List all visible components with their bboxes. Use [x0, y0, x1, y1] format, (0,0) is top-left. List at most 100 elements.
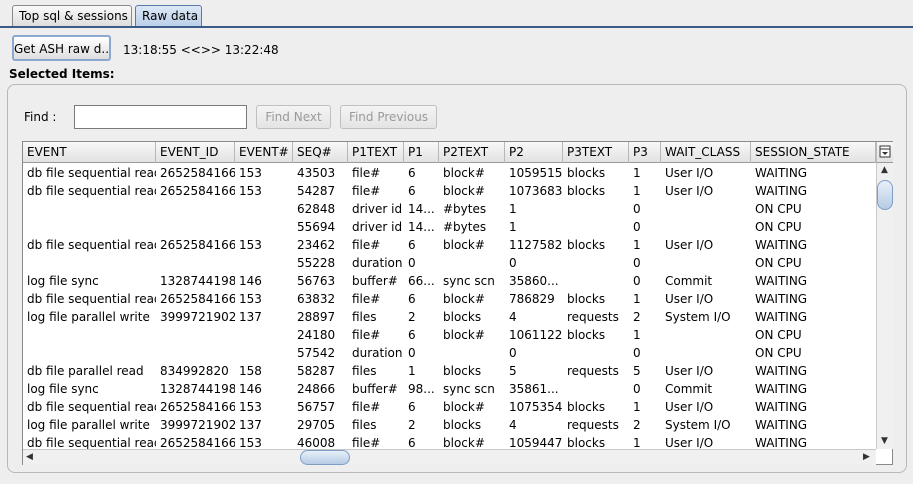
- cell-col-p2text: sync scn: [443, 382, 495, 396]
- cell-col-event: log file sync: [27, 274, 99, 288]
- horizontal-scrollbar[interactable]: ◀ ▶: [23, 449, 876, 465]
- header-col-p2text[interactable]: P2TEXT: [439, 142, 505, 163]
- cell-col-p2: 5: [509, 364, 517, 378]
- header-col-p1text[interactable]: P1TEXT: [348, 142, 404, 163]
- cell-col-session-state: ON CPU: [755, 202, 802, 216]
- table-row[interactable]: db file sequential read 2652584166 153 5675…: [23, 398, 876, 416]
- cell-col-p1: 2: [408, 310, 416, 324]
- cell-col-p1: 6: [408, 436, 416, 449]
- cell-col-p3: 0: [633, 256, 641, 270]
- cell-col-event-num: 146: [239, 382, 262, 396]
- header-col-seq-num[interactable]: SEQ#: [293, 142, 348, 163]
- cell-col-seq-num: 57542: [297, 346, 336, 360]
- cell-col-session-state: WAITING: [755, 238, 808, 252]
- cell-col-p2text: blocks: [443, 418, 482, 432]
- scroll-right-arrow-icon[interactable]: ▶: [863, 452, 870, 462]
- get-ash-raw-data-button[interactable]: Get ASH raw d...: [12, 35, 111, 61]
- scroll-left-arrow-icon[interactable]: ◀: [26, 452, 33, 462]
- horizontal-scroll-thumb[interactable]: [300, 450, 350, 465]
- cell-col-p3text: [563, 200, 629, 218]
- cell-col-event-id: 2652584166: [160, 436, 235, 449]
- vertical-scroll-thumb[interactable]: [877, 180, 893, 210]
- cell-col-p1: 14...: [408, 202, 435, 216]
- table-row[interactable]: db file sequential read 2652584166 153 5428…: [23, 182, 876, 200]
- cell-col-event-id: 1328744198: [160, 274, 235, 288]
- cell-col-seq-num: 58287: [297, 364, 336, 378]
- cell-col-seq-num: 29705: [297, 418, 336, 432]
- tab-top-sql-sessions[interactable]: Top sql & sessions: [12, 5, 132, 27]
- column-chooser-button[interactable]: [876, 142, 893, 163]
- cell-col-p2: 1059515: [509, 166, 563, 180]
- header-col-p3[interactable]: P3: [629, 142, 661, 163]
- cell-col-wait-class: User I/O: [665, 238, 714, 252]
- cell-col-event-id: [156, 218, 235, 236]
- table-row[interactable]: db file sequential read 2652584166 153 2346…: [23, 236, 876, 254]
- cell-col-p3: 1: [633, 328, 641, 342]
- table-row[interactable]: db file sequential read 2652584166 153 4600…: [23, 434, 876, 449]
- cell-col-event-id: 2652584166: [160, 238, 235, 252]
- cell-col-p2text: block#: [443, 184, 485, 198]
- cell-col-seq-num: 56763: [297, 274, 336, 288]
- header-col-p2[interactable]: P2: [505, 142, 563, 163]
- cell-col-event-id: [156, 326, 235, 344]
- cell-col-session-state: WAITING: [755, 436, 808, 449]
- table-row[interactable]: log file sync 1328744198 146 56763 buffer# 66…: [23, 272, 876, 290]
- table-row[interactable]: log file parallel write 3999721902 137 2970…: [23, 416, 876, 434]
- tab-raw-data[interactable]: Raw data: [135, 5, 202, 27]
- header-col-event-id[interactable]: EVENT_ID: [156, 142, 235, 163]
- cell-col-event-id: 2652584166: [160, 166, 235, 180]
- cell-col-session-state: ON CPU: [755, 328, 802, 342]
- cell-col-seq-num: 54287: [297, 184, 336, 198]
- cell-col-p1text: file#: [352, 400, 381, 414]
- cell-col-p3text: requests: [567, 310, 619, 324]
- table-row[interactable]: 55694 driver id 14... #bytes 1 0 ON CPU: [23, 218, 876, 236]
- cell-col-p1: 6: [408, 238, 416, 252]
- header-col-wait-class[interactable]: WAIT_CLASS: [661, 142, 751, 163]
- cell-col-p2: 786829: [509, 292, 555, 306]
- table-row[interactable]: 24180 file# 6 block# 1061122 blocks 1 ON CPU: [23, 326, 876, 344]
- cell-col-p1: 6: [408, 400, 416, 414]
- cell-col-p1text: file#: [352, 166, 381, 180]
- cell-col-event-id: 2652584166: [160, 400, 235, 414]
- cell-col-event-id: 2652584166: [160, 292, 235, 306]
- scroll-down-arrow-icon[interactable]: ▼: [881, 436, 888, 446]
- header-col-p1[interactable]: P1: [404, 142, 439, 163]
- find-previous-button[interactable]: Find Previous: [340, 105, 437, 129]
- cell-col-p1text: file#: [352, 328, 381, 342]
- table-row[interactable]: db file sequential read 2652584166 153 4350…: [23, 164, 876, 182]
- cell-col-event-num: 153: [239, 292, 262, 306]
- cell-col-p3: 1: [633, 184, 641, 198]
- cell-col-p2text: block#: [443, 328, 485, 342]
- table-row[interactable]: log file parallel write 3999721902 137 2889…: [23, 308, 876, 326]
- cell-col-session-state: WAITING: [755, 274, 808, 288]
- cell-col-event-num: 137: [239, 418, 262, 432]
- table-body: db file sequential read 2652584166 153 4350…: [23, 164, 876, 449]
- cell-col-p3: 1: [633, 436, 641, 449]
- cell-col-p2text: #bytes: [443, 220, 487, 234]
- header-col-event-num[interactable]: EVENT#: [235, 142, 293, 163]
- table-row[interactable]: log file sync 1328744198 146 24866 buffer# 98…: [23, 380, 876, 398]
- cell-col-event-num: 158: [239, 364, 262, 378]
- scroll-up-arrow-icon[interactable]: ▲: [881, 165, 888, 175]
- cell-col-wait-class: [661, 344, 751, 362]
- table-row[interactable]: 62848 driver id 14... #bytes 1 0 ON CPU: [23, 200, 876, 218]
- cell-col-event: [23, 326, 156, 344]
- header-col-p3text[interactable]: P3TEXT: [563, 142, 629, 163]
- cell-col-p3text: [563, 218, 629, 236]
- cell-col-seq-num: 56757: [297, 400, 336, 414]
- cell-col-p3text: requests: [567, 364, 619, 378]
- cell-col-p3text: blocks: [567, 400, 606, 414]
- vertical-scrollbar[interactable]: ▲ ▼: [876, 163, 893, 449]
- header-col-session-state[interactable]: SESSION_STATE: [751, 142, 876, 163]
- cell-col-event-num: [235, 254, 293, 272]
- find-input[interactable]: [74, 105, 247, 129]
- header-col-event[interactable]: EVENT: [23, 142, 156, 163]
- table-row[interactable]: db file parallel read 834992820 158 58287 fi…: [23, 362, 876, 380]
- cell-col-seq-num: 62848: [297, 202, 336, 216]
- cell-col-p3: 0: [633, 274, 641, 288]
- table-row[interactable]: db file sequential read 2652584166 153 6383…: [23, 290, 876, 308]
- table-row[interactable]: 57542 duration 0 0 0 ON CPU: [23, 344, 876, 362]
- cell-col-event-num: 146: [239, 274, 262, 288]
- find-next-button[interactable]: Find Next: [256, 105, 331, 129]
- table-row[interactable]: 55228 duration 0 0 0 ON CPU: [23, 254, 876, 272]
